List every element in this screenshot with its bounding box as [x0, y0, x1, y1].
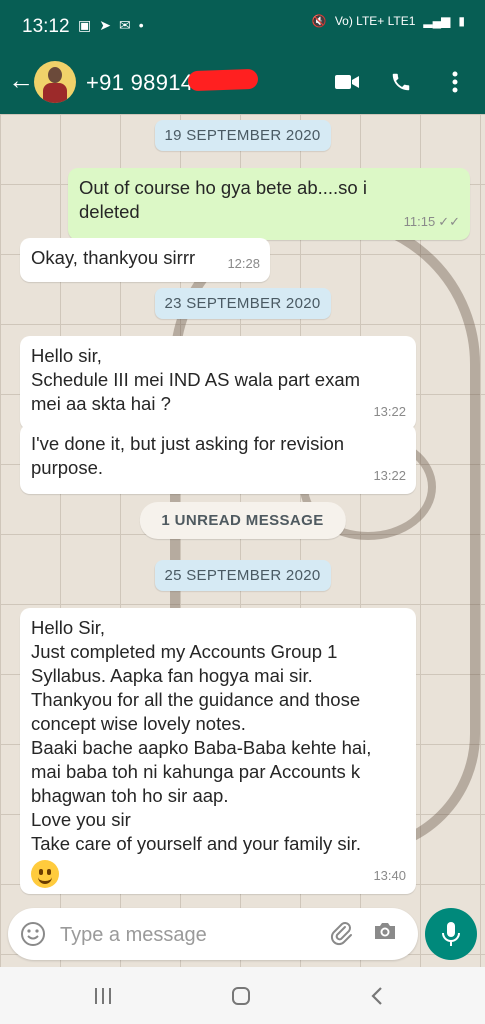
message-bubble-incoming[interactable]: Hello Sir, Just completed my Accounts Gr… [20, 608, 416, 894]
message-line: Love you sir [31, 809, 131, 830]
message-line: Baaki bache aapko Baba-Baba kehte hai, [31, 737, 372, 758]
back-arrow-icon[interactable]: ← [8, 66, 36, 94]
status-notification-icons: ▣ ➤ ✉ • [78, 17, 144, 34]
message-composer [8, 908, 418, 960]
message-line: purpose. [31, 457, 103, 478]
message-input[interactable] [58, 916, 312, 954]
mute-icon: 🔇 [311, 14, 327, 28]
home-icon[interactable] [226, 983, 256, 1009]
camera-icon[interactable] [372, 920, 400, 948]
message-line: Just completed my Accounts Group 1 [31, 641, 338, 662]
date-chip: 19 SEPTEMBER 2020 [154, 120, 331, 151]
message-line: mai baba toh ni kahunga par Accounts k [31, 761, 361, 782]
message-line: Syllabus. Aapka fan hogya mai sir. [31, 665, 313, 686]
avatar[interactable] [34, 61, 76, 103]
message-line: mei aa skta hai ? [31, 393, 171, 414]
recent-apps-icon[interactable] [88, 983, 118, 1009]
chat-area[interactable]: 19 SEPTEMBER 2020 Out of course ho gya b… [0, 114, 485, 967]
message-bubble-incoming[interactable]: Hello sir, Schedule III mei IND AS wala … [20, 336, 416, 430]
message-line: bhagwan toh ho sir aap. [31, 785, 229, 806]
message-time: 11:15 ✓✓ [403, 214, 460, 229]
microphone-button[interactable] [425, 908, 477, 960]
attach-paperclip-icon[interactable] [328, 920, 356, 948]
message-time: 13:40 [373, 868, 406, 883]
message-line: Okay, thankyou sirrr [31, 247, 196, 268]
message-line: Thankyou for all the guidance and those [31, 689, 361, 710]
voice-call-icon[interactable] [387, 68, 415, 96]
header-actions [333, 68, 469, 96]
message-time: 12:28 [227, 256, 260, 271]
message-line: deleted [79, 201, 140, 222]
message-line: Out of course ho gya bete ab....so i [79, 177, 367, 198]
chat-header: ← +91 98914 [0, 52, 485, 114]
network-label: Vo) LTE+ LTE1 [334, 14, 416, 28]
message-line: concept wise lovely notes. [31, 713, 246, 734]
message-line: Hello sir, [31, 345, 102, 366]
redaction-mark [187, 68, 259, 92]
message-bubble-incoming[interactable]: Okay, thankyou sirrr 12:28 [20, 238, 270, 282]
message-bubble-incoming[interactable]: I've done it, but just asking for revisi… [20, 424, 416, 494]
contact-name[interactable]: +91 98914 [86, 70, 193, 96]
video-call-icon[interactable] [333, 68, 361, 96]
message-time: 13:22 [373, 468, 406, 483]
mail-icon: ✉ [118, 17, 131, 33]
signal-icon: ▂▄▆ [423, 14, 451, 28]
message-line: Take care of yourself and your family si… [31, 833, 362, 854]
status-bar: 13:12 ▣ ➤ ✉ • 🔇 Vo) LTE+ LTE1 ▂▄▆ ▮ [0, 0, 485, 52]
smiling-face-emoji-icon [31, 860, 59, 888]
emoji-icon[interactable] [20, 921, 46, 947]
more-options-icon[interactable] [441, 68, 469, 96]
unread-messages-divider: 1 UNREAD MESSAGE [139, 502, 346, 539]
system-nav-bar [0, 967, 485, 1024]
dot-icon: • [138, 17, 144, 33]
gallery-icon: ▣ [78, 17, 92, 33]
status-right-icons: 🔇 Vo) LTE+ LTE1 ▂▄▆ ▮ [312, 14, 465, 28]
status-time: 13:12 [22, 16, 70, 37]
battery-icon: ▮ [458, 14, 465, 28]
message-time: 13:22 [373, 404, 406, 419]
message-line: I've done it, but just asking for revisi… [31, 433, 345, 454]
back-nav-icon[interactable] [362, 983, 392, 1009]
date-chip: 23 SEPTEMBER 2020 [154, 288, 331, 319]
message-bubble-outgoing[interactable]: Out of course ho gya bete ab....so i del… [68, 168, 470, 240]
microphone-icon [442, 922, 460, 946]
message-line: Schedule III mei IND AS wala part exam [31, 369, 361, 390]
read-ticks-icon: ✓✓ [438, 214, 460, 229]
telegram-icon: ➤ [99, 17, 111, 33]
date-chip: 25 SEPTEMBER 2020 [154, 560, 331, 591]
message-line: Hello Sir, [31, 617, 106, 638]
